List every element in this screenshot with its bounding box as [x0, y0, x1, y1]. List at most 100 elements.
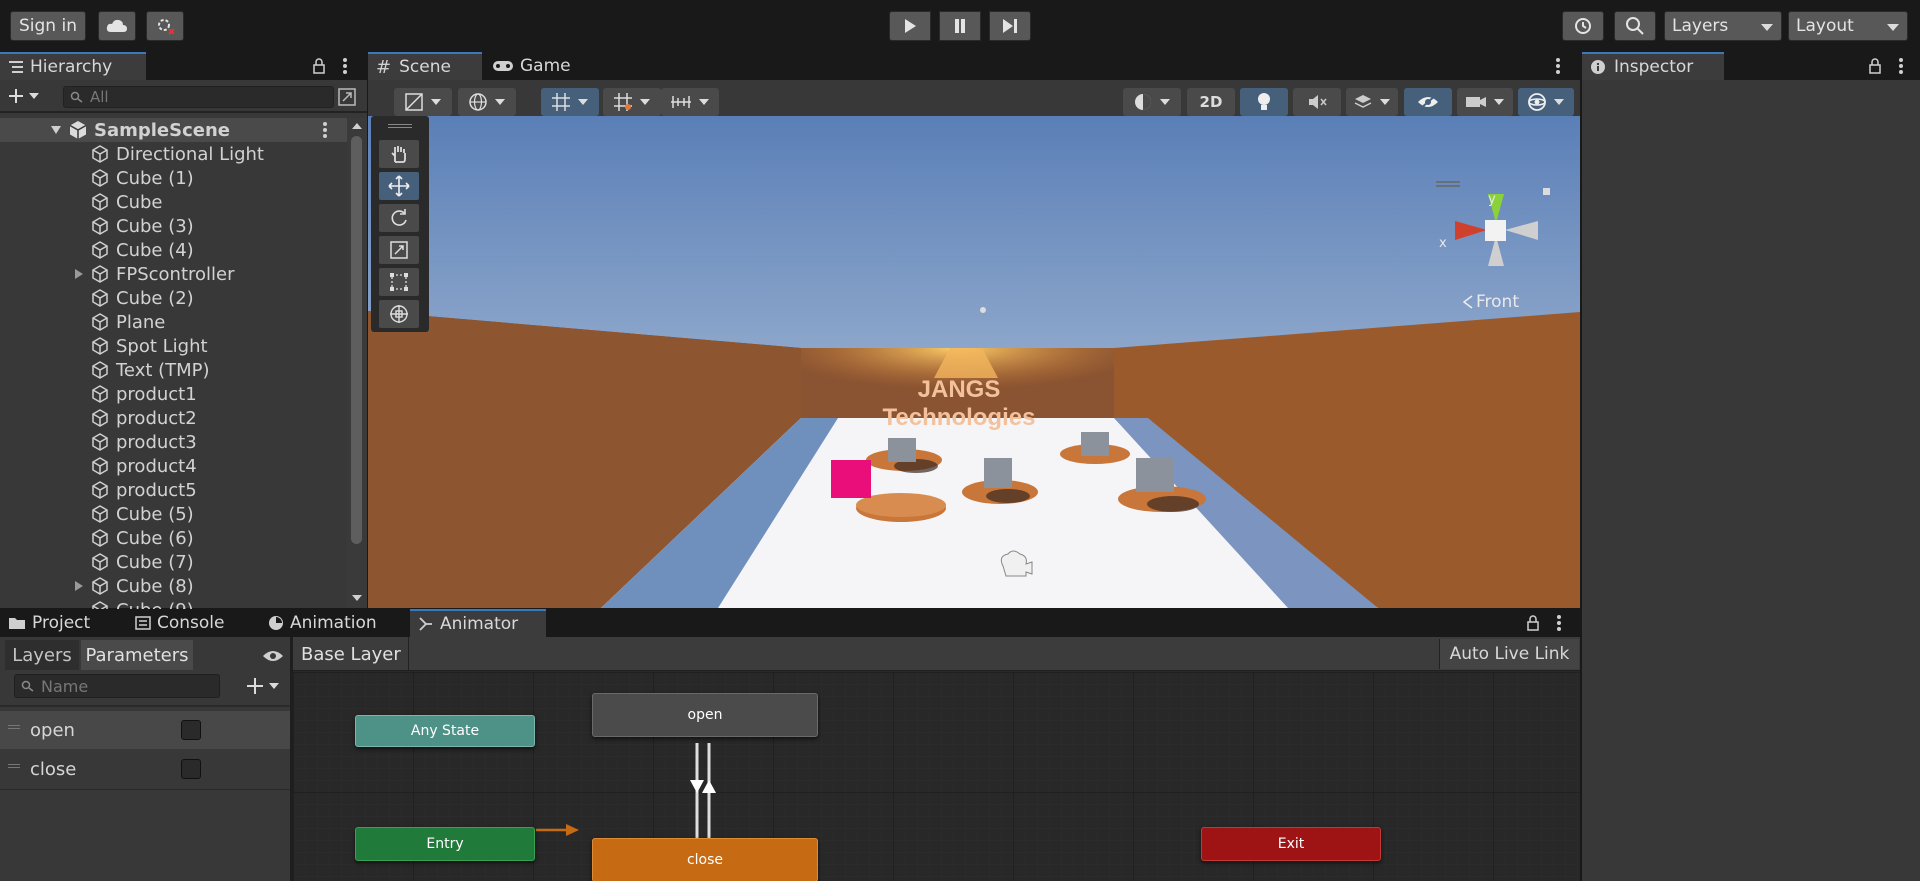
state-open[interactable]: open	[592, 693, 818, 737]
tab-scene[interactable]: # Scene	[368, 52, 482, 80]
camera-settings-dropdown[interactable]	[1457, 88, 1513, 116]
chevron-right-icon[interactable]	[74, 268, 84, 280]
rotate-tool[interactable]	[379, 204, 419, 232]
move-tool[interactable]	[379, 172, 419, 200]
hierarchy-item[interactable]: Cube	[0, 190, 347, 214]
scale-tool[interactable]	[379, 236, 419, 264]
tab-hierarchy[interactable]: Hierarchy	[0, 52, 146, 80]
breadcrumb-base-layer[interactable]: Base Layer	[293, 637, 409, 671]
state-entry[interactable]: Entry	[355, 827, 535, 861]
kebab-menu-icon[interactable]	[1556, 614, 1562, 632]
scene-pick-icon[interactable]	[338, 88, 356, 106]
tab-console[interactable]: Console	[127, 609, 237, 637]
tab-parameters[interactable]: Parameters	[81, 640, 193, 670]
scene-row[interactable]: SampleScene	[0, 118, 347, 142]
state-exit[interactable]: Exit	[1201, 827, 1381, 861]
drag-handle[interactable]	[388, 124, 412, 128]
lock-icon[interactable]	[312, 58, 326, 74]
auto-live-link-button[interactable]: Auto Live Link	[1439, 639, 1579, 669]
chevron-right-icon[interactable]	[74, 580, 84, 592]
global-toggle-dropdown[interactable]	[458, 88, 516, 116]
parameter-row[interactable]: close	[0, 750, 290, 788]
grid-snapping-dropdown[interactable]	[541, 88, 599, 116]
hand-tool[interactable]	[379, 140, 419, 168]
history-button[interactable]	[1562, 11, 1604, 41]
drag-handle[interactable]	[8, 764, 20, 768]
parameter-checkbox[interactable]	[181, 759, 201, 779]
kebab-menu-icon[interactable]	[322, 121, 328, 139]
kebab-menu-icon[interactable]	[1555, 57, 1561, 75]
hierarchy-item[interactable]: Plane	[0, 310, 347, 334]
hierarchy-item[interactable]: Cube (1)	[0, 166, 347, 190]
play-button[interactable]	[889, 11, 931, 41]
hierarchy-scrollbar[interactable]	[347, 118, 367, 608]
layout-dropdown[interactable]: Layout	[1788, 11, 1908, 41]
draw-mode-dropdown[interactable]	[394, 88, 452, 116]
parameter-row[interactable]: open	[0, 711, 290, 749]
hierarchy-item[interactable]: Cube (5)	[0, 502, 347, 526]
effects-dropdown[interactable]	[1346, 88, 1398, 116]
layers-dropdown[interactable]: Layers	[1664, 11, 1782, 41]
tab-layers[interactable]: Layers	[5, 640, 79, 670]
hierarchy-item[interactable]: product3	[0, 430, 347, 454]
kebab-menu-icon[interactable]	[342, 57, 348, 75]
hierarchy-item[interactable]: product5	[0, 478, 347, 502]
tab-project[interactable]: Project	[0, 609, 100, 637]
increment-snap-dropdown[interactable]	[603, 88, 661, 116]
tab-animation[interactable]: Animation	[260, 609, 390, 637]
collab-button[interactable]	[146, 11, 184, 41]
2d-toggle-button[interactable]: 2D	[1187, 88, 1235, 116]
add-parameter-button[interactable]	[246, 676, 286, 696]
kebab-menu-icon[interactable]	[1898, 57, 1904, 75]
hierarchy-item[interactable]: product2	[0, 406, 347, 430]
parameter-checkbox[interactable]	[181, 720, 201, 740]
rulers-dropdown[interactable]	[661, 88, 719, 116]
hierarchy-item-label: Cube (5)	[116, 503, 194, 525]
drag-handle[interactable]	[8, 725, 20, 729]
rect-tool[interactable]	[379, 268, 419, 296]
hierarchy-item[interactable]: product4	[0, 454, 347, 478]
gizmo-view-label[interactable]: Front	[1476, 292, 1519, 312]
hierarchy-item[interactable]: Spot Light	[0, 334, 347, 358]
lighting-toggle-button[interactable]	[1240, 88, 1288, 116]
shading-mode-dropdown[interactable]	[1123, 88, 1181, 116]
animator-graph[interactable]: Base Layer Auto Live Link Any State open…	[293, 637, 1580, 881]
scene-viewport[interactable]: JANGS Technologies y x Front	[368, 116, 1580, 608]
scroll-down-icon[interactable]	[351, 594, 363, 602]
tab-animator[interactable]: Animator	[410, 609, 546, 637]
state-close[interactable]: close	[592, 838, 818, 881]
gizmos-dropdown[interactable]	[1518, 88, 1574, 116]
transform-tool[interactable]	[379, 300, 419, 328]
hierarchy-item[interactable]: Cube (7)	[0, 550, 347, 574]
step-button[interactable]	[989, 11, 1031, 41]
sign-in-button[interactable]: Sign in	[10, 11, 86, 41]
hierarchy-item[interactable]: Text (TMP)	[0, 358, 347, 382]
hierarchy-item[interactable]: Cube (4)	[0, 238, 347, 262]
eye-icon[interactable]	[262, 649, 284, 663]
state-any-state[interactable]: Any State	[355, 715, 535, 747]
hierarchy-item[interactable]: Directional Light	[0, 142, 347, 166]
scrollbar-thumb[interactable]	[351, 136, 362, 544]
hierarchy-item[interactable]: Cube (2)	[0, 286, 347, 310]
add-object-button[interactable]	[8, 85, 46, 107]
scene-visibility-button[interactable]	[1404, 88, 1452, 116]
hierarchy-item[interactable]: product1	[0, 382, 347, 406]
hierarchy-search-input[interactable]: All	[63, 86, 334, 108]
hierarchy-item[interactable]: Cube (6)	[0, 526, 347, 550]
hierarchy-item[interactable]: FPScontroller	[0, 262, 347, 286]
animator-graph-icon	[419, 617, 432, 631]
hierarchy-item[interactable]: Cube (8)	[0, 574, 347, 598]
tab-game[interactable]: Game	[484, 52, 584, 80]
camera-icon	[1466, 97, 1486, 107]
scene-3d-text[interactable]: JANGS Technologies	[764, 376, 1154, 432]
search-button[interactable]	[1614, 11, 1656, 41]
lock-icon[interactable]	[1868, 58, 1882, 74]
scroll-up-icon[interactable]	[351, 122, 363, 130]
lock-icon[interactable]	[1526, 615, 1540, 631]
tab-inspector[interactable]: Inspector	[1582, 52, 1724, 80]
pause-button[interactable]	[939, 11, 981, 41]
audio-toggle-button[interactable]	[1293, 88, 1341, 116]
hierarchy-item[interactable]: Cube (3)	[0, 214, 347, 238]
cloud-button[interactable]	[98, 11, 136, 41]
parameter-search-input[interactable]: Name	[14, 674, 220, 698]
